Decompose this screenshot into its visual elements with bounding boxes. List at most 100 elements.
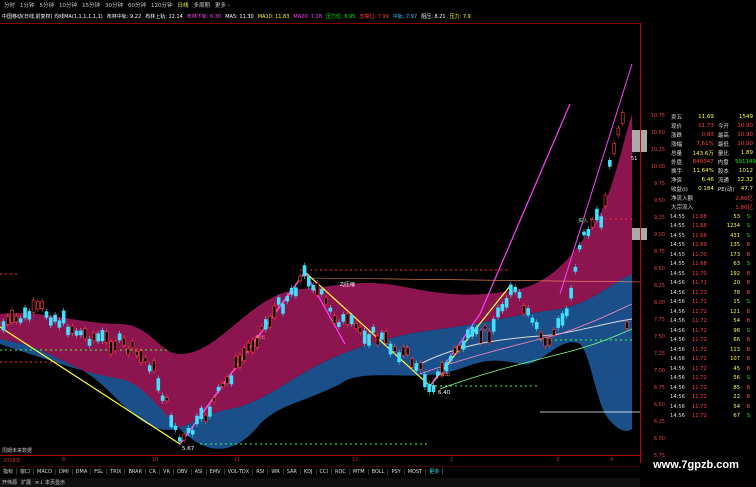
- label-end: 51: [631, 156, 637, 162]
- period-tab[interactable]: 60分钟: [128, 1, 146, 9]
- bottom-tab[interactable]: ≡↓ 本页显示: [35, 479, 65, 486]
- indicator-tab[interactable]: CR: [146, 468, 161, 475]
- candle-body: [229, 375, 234, 385]
- candle-body: [221, 383, 225, 388]
- indicator-tab[interactable]: KDJ: [301, 468, 317, 475]
- indicator-tab[interactable]: BOLL: [369, 468, 389, 475]
- candle-body: [242, 347, 247, 361]
- candle-body: [251, 339, 255, 353]
- period-tab[interactable]: 15分钟: [82, 1, 100, 9]
- quote-panel: 卖五 11.69 1549 现价 11.73 今开 10.90 涨跌 0.83 最高 10.90 涨幅…: [668, 112, 756, 452]
- tick-volume: 22: [733, 394, 740, 401]
- candle-body: [496, 307, 500, 318]
- indicator-tab[interactable]: MOST: [405, 468, 427, 475]
- indicator-tab[interactable]: 更多: [426, 468, 444, 475]
- tick-volume: 54: [733, 403, 740, 410]
- tick-volume: 53: [733, 213, 740, 220]
- candle-body: [216, 386, 221, 392]
- kline-chart[interactable]: 5.67 6.40 ZJ压缩 卖出 买入 卖出 51 周期未来数据: [0, 23, 641, 456]
- tick-price: 11.70: [692, 251, 707, 258]
- indicator-tab[interactable]: CCI: [317, 468, 332, 475]
- candle-body: [96, 333, 100, 342]
- quote-row: 净流入额 2.80亿: [668, 194, 756, 203]
- quote-label: 卖五: [671, 114, 683, 121]
- indicator-tab[interactable]: PSY: [388, 468, 405, 475]
- candle-body: [225, 376, 229, 384]
- indicator-tab[interactable]: OBV: [174, 468, 192, 475]
- tick-direction: S: [746, 299, 750, 306]
- quote-value-2: 591149: [735, 159, 756, 166]
- tick-row: 14:56 11.71 20 B: [668, 279, 756, 289]
- candle-body: [302, 265, 307, 277]
- indicator-tab[interactable]: DMA: [73, 468, 92, 475]
- quote-label: 净资: [671, 178, 683, 185]
- candle-body: [130, 340, 135, 349]
- period-tab[interactable]: 日线: [178, 1, 189, 9]
- tick-volume: 113: [730, 346, 740, 353]
- indicator-tab[interactable]: FSL: [91, 468, 108, 475]
- quote-value-2: 12.32: [737, 177, 753, 184]
- tick-row: 14:56 11.72 85 B: [668, 383, 756, 393]
- indicator-tab[interactable]: ROC: [332, 468, 350, 475]
- period-tab[interactable]: 分时: [4, 1, 15, 9]
- indicator-info-bar: 中国移动(日线,前复权) 均线MA(1,1,1,1,1,1) 布林中轨: 9.22…: [0, 12, 640, 21]
- indicator-tab[interactable]: 窗口: [17, 468, 35, 475]
- tick-time: 14:55: [670, 261, 685, 268]
- candle-body: [577, 245, 582, 250]
- candle-body: [178, 437, 182, 442]
- tick-price: 11.72: [692, 365, 707, 372]
- indicator-tab[interactable]: DMI: [56, 468, 73, 475]
- tick-volume: 135: [730, 242, 740, 249]
- tick-price: 11.72: [692, 337, 707, 344]
- candle-body: [48, 317, 53, 326]
- tick-time: 14:56: [670, 375, 685, 382]
- chart-canvas[interactable]: 5.67 6.40 ZJ压缩 卖出 买入 卖出 51 周期未来数据: [0, 24, 641, 456]
- period-tab[interactable]: 更多 ›: [215, 1, 230, 9]
- indicator-tab[interactable]: 指标: [0, 468, 18, 475]
- info-bar-item: MA5: 11.30: [225, 13, 254, 20]
- candle-body: [152, 360, 156, 372]
- indicator-tab[interactable]: EMV: [207, 468, 225, 475]
- candle-body: [556, 318, 561, 328]
- tick-direction: B: [746, 356, 750, 363]
- tick-time: 14:55: [670, 232, 685, 239]
- candle-body: [345, 313, 350, 325]
- date-tick-label: 3: [556, 457, 560, 463]
- candle-body: [40, 301, 45, 309]
- period-tab[interactable]: 1分钟: [20, 1, 35, 9]
- tick-list[interactable]: 14:55 11.68 53 S 14:55 11.66 1234 S 14:55 11.66 43…: [668, 212, 756, 421]
- indicator-tab[interactable]: MTM: [350, 468, 369, 475]
- date-tick-label: 12: [352, 457, 359, 463]
- indicator-tab[interactable]: ASI: [192, 468, 207, 475]
- indicator-tab[interactable]: BRAR: [125, 468, 147, 475]
- period-tab[interactable]: 120分钟: [151, 1, 173, 9]
- tick-time: 14:56: [670, 346, 685, 353]
- candle-body: [362, 330, 367, 344]
- indicator-tab[interactable]: MACD: [34, 468, 57, 475]
- candle-body: [61, 310, 66, 324]
- indicator-tabs: 指标 窗口 MACD DMI DMA FSL TRIX BRAR CR VR OBV ASI EMV VO…: [0, 466, 640, 476]
- signal-label-1: ZJ压缩: [340, 281, 355, 288]
- quote-row: 卖五 11.69 1549: [668, 112, 756, 121]
- tick-time: 14:56: [670, 365, 685, 372]
- indicator-tab[interactable]: SAR: [284, 468, 301, 475]
- quote-label: 收益(I): [671, 187, 688, 194]
- indicator-tab[interactable]: WR: [268, 468, 284, 475]
- tick-price: 11.72: [692, 308, 707, 315]
- indicator-tab[interactable]: VR: [160, 468, 174, 475]
- indicator-tab[interactable]: VOL-TDX: [225, 468, 254, 475]
- bottom-tab[interactable]: 开伟源: [2, 479, 17, 486]
- period-tab[interactable]: 10分钟: [59, 1, 77, 9]
- price-tick-label: 9.25: [653, 215, 665, 221]
- quote-value: 0.184: [698, 186, 714, 193]
- indicator-tab[interactable]: TRIX: [107, 468, 126, 475]
- price-tick-label: 9.75: [653, 181, 665, 187]
- period-tab[interactable]: 30分钟: [105, 1, 123, 9]
- period-tab[interactable]: 5分钟: [40, 1, 55, 9]
- period-tab[interactable]: 多周期: [194, 1, 211, 9]
- quote-value-2: 2.80亿: [735, 196, 753, 203]
- indicator-tab[interactable]: RSI: [253, 468, 269, 475]
- bottom-tab[interactable]: 扩展: [21, 479, 31, 486]
- candle-body: [423, 374, 427, 388]
- candle-body: [521, 305, 526, 315]
